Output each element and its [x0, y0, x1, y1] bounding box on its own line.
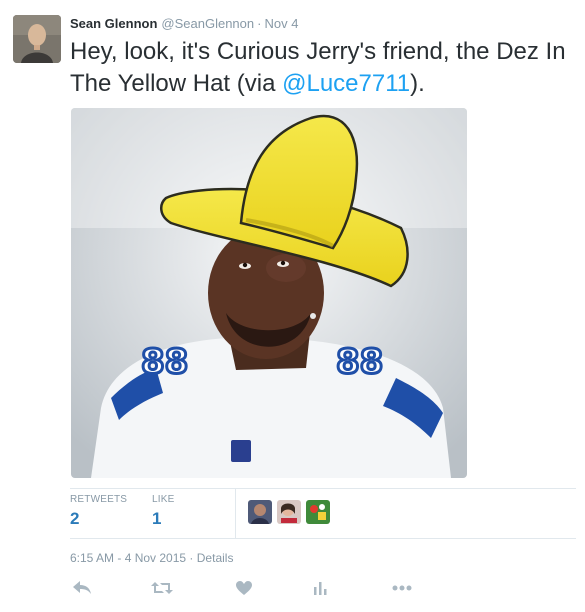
meta-separator: ·	[189, 551, 194, 565]
photo-illustration: 88 88	[71, 108, 467, 478]
display-name[interactable]: Sean Glennon	[70, 16, 157, 31]
avatar[interactable]	[13, 15, 61, 63]
tweet-text: Hey, look, it's Curious Jerry's friend, …	[70, 36, 570, 100]
retweets-label: RETWEETS	[70, 494, 128, 505]
jersey-number-left: 88	[141, 342, 188, 382]
stats-vertical-divider	[235, 488, 236, 538]
tweet-card: Sean Glennon @SeanGlennon · Nov 4 Hey, look…	[0, 0, 585, 612]
heart-icon[interactable]	[232, 580, 256, 602]
tweet-photo[interactable]: 88 88	[71, 108, 467, 478]
retweets-stat[interactable]: RETWEETS 2	[70, 494, 127, 529]
liker-avatar[interactable]	[277, 500, 301, 524]
tweet-full-timestamp[interactable]: 6:15 AM - 4 Nov 2015	[70, 551, 186, 565]
stats-divider-bottom	[70, 538, 576, 539]
analytics-icon[interactable]	[308, 580, 332, 602]
likes-count[interactable]: 1	[152, 509, 174, 529]
stats-divider-top	[70, 488, 576, 489]
tweet-text-end: ).	[410, 70, 425, 97]
details-link[interactable]: Details	[197, 551, 234, 565]
header-separator: ·	[257, 16, 262, 31]
retweet-icon[interactable]	[150, 580, 174, 602]
likes-stat[interactable]: LIKE 1	[152, 494, 174, 529]
jersey-number-right: 88	[336, 342, 383, 382]
liker-avatar[interactable]	[248, 500, 272, 524]
likes-label: LIKE	[152, 494, 175, 505]
more-icon[interactable]	[390, 580, 414, 602]
reply-icon[interactable]	[70, 580, 94, 602]
screen-name[interactable]: @SeanGlennon	[161, 16, 254, 31]
tweet-header: Sean Glennon @SeanGlennon · Nov 4	[70, 16, 298, 31]
tweet-meta: 6:15 AM - 4 Nov 2015 · Details	[70, 551, 233, 565]
tweet-date[interactable]: Nov 4	[264, 16, 298, 31]
liker-avatar[interactable]	[306, 500, 330, 524]
retweets-count[interactable]: 2	[70, 509, 127, 529]
mention-link[interactable]: @Luce7711	[282, 70, 410, 97]
